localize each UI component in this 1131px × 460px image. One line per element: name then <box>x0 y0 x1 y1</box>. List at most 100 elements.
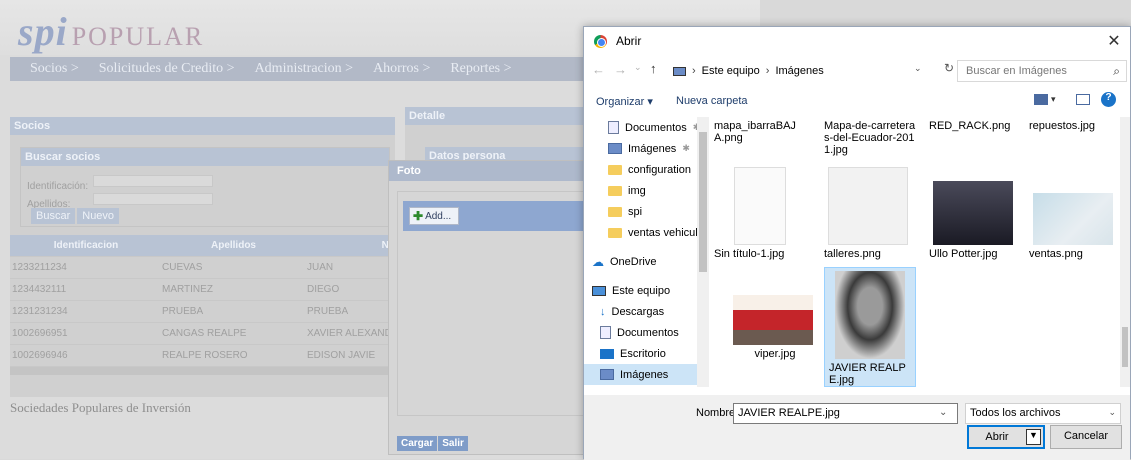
file-name: repuestos.jpg <box>1029 120 1096 132</box>
table-row[interactable]: 1002696951 CANGAS REALPE XAVIER ALEXANDI <box>10 323 395 345</box>
breadcrumb-imagenes[interactable]: Imágenes <box>775 65 823 77</box>
file-list: mapa_ibarraBAJA.png Mapa-de-carreteras-d… <box>714 117 1124 387</box>
preview-pane-icon[interactable] <box>1076 94 1090 105</box>
file-item[interactable]: Ullo Potter.jpg <box>929 167 1021 260</box>
sidebar-item-documentos[interactable]: Documentos✱ <box>584 117 708 138</box>
file-thumbnail <box>828 167 908 245</box>
view-dropdown-icon[interactable]: ▾ <box>1051 94 1056 105</box>
logo-sub-text: POPULAR <box>71 22 205 51</box>
cell-id: 1231231234 <box>12 306 68 317</box>
filename-input[interactable]: JAVIER REALPE.jpg <box>733 403 958 424</box>
organize-button[interactable]: Organizar ▾ <box>596 95 653 108</box>
file-type-value: Todos los archivos <box>970 407 1061 419</box>
file-name: mapa_ibarraBAJA.png <box>714 120 796 144</box>
col-identificacion[interactable]: Identificacion <box>10 240 160 251</box>
sidebar-item-ventas-vehiculo[interactable]: ventas vehiculo <box>584 222 708 243</box>
file-item[interactable]: talleres.png <box>824 167 916 260</box>
sidebar-item-onedrive[interactable]: ☁ OneDrive <box>584 251 708 272</box>
table-row[interactable]: 1233211234 CUEVAS JUAN <box>10 257 395 279</box>
download-icon: ↓ <box>600 305 606 318</box>
file-item[interactable]: ventas.png <box>1029 167 1121 260</box>
identificacion-input[interactable] <box>93 175 213 187</box>
computer-icon <box>592 285 606 296</box>
chevron-down-icon: ⌄ <box>1108 407 1116 417</box>
sidebar-item-img[interactable]: img <box>584 180 708 201</box>
file-thumbnail <box>1033 193 1113 245</box>
sidebar-item-imagenes-pinned[interactable]: Imágenes ✱ <box>584 138 708 159</box>
open-options-icon[interactable]: ▼ <box>1026 429 1041 445</box>
path-dropdown-icon[interactable]: ⌄ <box>914 63 922 74</box>
filename-dropdown-icon[interactable]: ⌄ <box>939 407 947 418</box>
file-item-selected[interactable]: JAVIER REALPE.jpg <box>824 267 916 387</box>
dialog-titlebar: Abrir ✕ <box>584 27 1130 55</box>
sidebar-item-imagenes[interactable]: Imágenes <box>584 364 708 385</box>
table-row[interactable]: 1234432111 MARTINEZ DIEGO <box>10 279 395 301</box>
folder-icon <box>608 185 622 196</box>
cell-nombres: PRUEBA <box>307 306 349 317</box>
file-item[interactable]: RED_RACK.png <box>929 117 1021 132</box>
file-item[interactable]: repuestos.jpg <box>1029 117 1121 132</box>
nav-socios[interactable]: Socios > <box>30 61 79 77</box>
cell-nombres: JUAN <box>307 262 334 273</box>
file-item[interactable]: Mapa-de-carreteras-del-Ecuador-2011.jpg <box>824 117 916 156</box>
apellidos-input[interactable] <box>93 193 213 205</box>
sidebar-item-spi[interactable]: spi <box>584 201 708 222</box>
forward-arrow-icon[interactable]: → <box>614 62 627 77</box>
sidebar-scroll-thumb[interactable] <box>699 132 707 272</box>
cloud-icon: ☁ <box>592 254 604 269</box>
file-type-select[interactable]: Todos los archivos ⌄ <box>965 403 1121 424</box>
nuevo-button[interactable]: Nuevo <box>77 208 120 224</box>
sidebar-label: Escritorio <box>620 347 666 360</box>
close-icon[interactable]: ✕ <box>1104 31 1124 51</box>
sidebar-label: img <box>628 184 646 197</box>
help-icon[interactable]: ? <box>1101 92 1116 107</box>
folder-icon <box>608 227 622 238</box>
cargar-button[interactable]: Cargar <box>397 436 438 451</box>
cell-id: 1234432111 <box>12 284 67 295</box>
cell-id: 1002696951 <box>12 328 68 339</box>
new-folder-button[interactable]: Nueva carpeta <box>676 95 748 107</box>
dialog-toolbar: Organizar ▾ Nueva carpeta ▾ ? <box>584 91 1130 113</box>
sidebar-item-este-equipo[interactable]: Este equipo <box>584 280 708 301</box>
cell-nombres: EDISON JAVIE <box>307 350 376 361</box>
breadcrumb[interactable]: › Este equipo › Imágenes <box>672 60 942 82</box>
search-placeholder: Buscar en Imágenes <box>966 65 1067 77</box>
sidebar-item-documentos-2[interactable]: Documentos <box>584 322 708 343</box>
col-apellidos[interactable]: Apellidos <box>160 240 305 251</box>
salir-button[interactable]: Salir <box>438 436 468 451</box>
folder-icon <box>608 206 622 217</box>
breadcrumb-este-equipo[interactable]: Este equipo <box>702 65 760 77</box>
desktop-icon <box>600 348 614 359</box>
history-chevron-icon[interactable]: ⌄ <box>634 62 642 73</box>
table-row[interactable]: 1002696946 REALPE ROSERO EDISON JAVIE <box>10 345 395 367</box>
col-nombres[interactable]: No <box>305 240 395 251</box>
file-item[interactable]: Sin título-1.jpg <box>714 167 806 260</box>
folder-icon <box>608 164 622 175</box>
back-arrow-icon[interactable]: ← <box>592 62 605 77</box>
file-item[interactable]: mapa_ibarraBAJA.png <box>714 117 806 144</box>
nav-administracion[interactable]: Administracion > <box>255 61 354 77</box>
file-item[interactable]: viper.jpg <box>729 295 821 360</box>
sidebar-item-configuration[interactable]: configuration <box>584 159 708 180</box>
socios-grid: Identificacion Apellidos No 1233211234 C… <box>10 235 395 375</box>
up-arrow-icon[interactable]: ↑ <box>650 61 657 76</box>
sidebar-item-descargas[interactable]: ↓ Descargas <box>584 301 708 322</box>
view-options-icon[interactable] <box>1034 94 1048 105</box>
search-input[interactable]: Buscar en Imágenes ⌕ <box>957 60 1127 82</box>
sidebar-item-escritorio[interactable]: Escritorio <box>584 343 708 364</box>
grid-scrollbar[interactable] <box>10 367 395 375</box>
detalle-title: Detalle <box>405 107 585 125</box>
buscar-button[interactable]: Buscar <box>31 208 76 224</box>
nav-solicitudes[interactable]: Solicitudes de Credito > <box>99 61 235 77</box>
cancel-button[interactable]: Cancelar <box>1050 425 1122 449</box>
dialog-title: Abrir <box>616 34 642 48</box>
nav-ahorros[interactable]: Ahorros > <box>373 61 430 77</box>
table-row[interactable]: 1231231234 PRUEBA PRUEBA <box>10 301 395 323</box>
nav-reportes[interactable]: Reportes > <box>450 61 511 77</box>
buscar-buttons: Buscar Nuevo <box>31 208 120 224</box>
sidebar-label: Documentos <box>625 121 687 134</box>
file-list-scroll-thumb[interactable] <box>1122 327 1128 367</box>
refresh-icon[interactable]: ↻ <box>944 61 954 75</box>
foto-dialog: Foto ✚ Add... Cargar Salir <box>388 160 589 455</box>
add-file-button[interactable]: ✚ Add... <box>409 207 459 225</box>
